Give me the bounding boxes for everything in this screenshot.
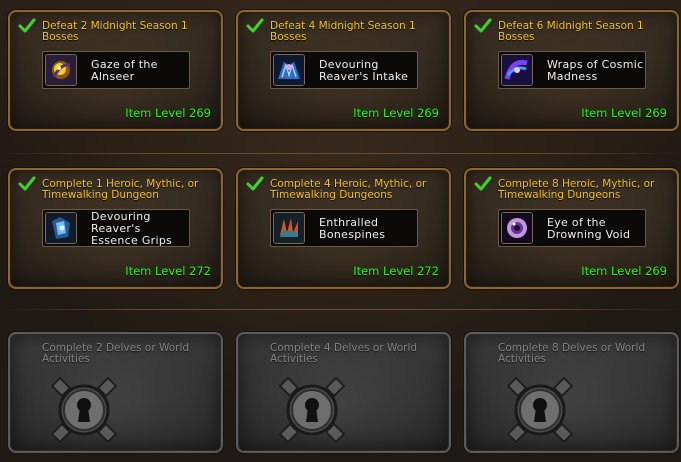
vault-card-dungeon-2[interactable]: Complete 4 Heroic, Mythic, or Timewalkin… <box>236 168 451 289</box>
keyhole-lock-icon <box>506 376 574 444</box>
card-title: Defeat 4 Midnight Season 1 Bosses <box>270 20 416 43</box>
item-level: Item Level 269 <box>125 106 211 120</box>
reward-name: Devouring Reaver's Essence Grips <box>91 210 173 247</box>
eye-of-the-drowning-void-icon <box>501 212 533 244</box>
card-title: Defeat 2 Midnight Season 1 Bosses <box>42 20 188 43</box>
item-level: Item Level 269 <box>581 264 667 278</box>
card-title: Complete 1 Heroic, Mythic, or Timewalkin… <box>42 178 199 201</box>
wraps-of-cosmic-madness-icon <box>501 54 533 86</box>
card-title: Complete 4 Heroic, Mythic, or Timewalkin… <box>270 178 427 201</box>
devouring-reavers-essence-grips-icon <box>45 212 77 244</box>
item-level: Item Level 269 <box>581 106 667 120</box>
vault-card-dungeon-3[interactable]: Complete 8 Heroic, Mythic, or Timewalkin… <box>464 168 679 289</box>
vault-card-world-3[interactable]: Complete 8 Delves or World Activities <box>464 332 679 453</box>
vault-card-world-2[interactable]: Complete 4 Delves or World Activities <box>236 332 451 453</box>
card-title: Complete 4 Delves or World Activities <box>270 342 418 365</box>
reward-item[interactable]: Devouring Reaver's Intake <box>270 51 418 89</box>
gaze-of-the-alnseer-icon <box>45 54 77 86</box>
reward-name: Gaze of the Alnseer <box>91 58 158 83</box>
reward-name: Devouring Reaver's Intake <box>319 58 409 83</box>
reward-item[interactable]: Wraps of Cosmic Madness <box>498 51 646 89</box>
checkmark-icon <box>246 18 264 33</box>
checkmark-icon <box>246 176 264 191</box>
reward-item[interactable]: Eye of the Drowning Void <box>498 209 646 247</box>
devouring-reavers-intake-icon <box>273 54 305 86</box>
checkmark-icon <box>474 18 492 33</box>
item-level: Item Level 272 <box>353 264 439 278</box>
row-divider-2 <box>0 309 681 310</box>
card-title: Complete 8 Heroic, Mythic, or Timewalkin… <box>498 178 655 201</box>
reward-item[interactable]: Devouring Reaver's Essence Grips <box>42 209 190 247</box>
reward-name: Enthralled Bonespines <box>319 216 386 241</box>
vault-card-raid-1[interactable]: Defeat 2 Midnight Season 1 Bosses Gaze o… <box>8 10 223 131</box>
checkmark-icon <box>474 176 492 191</box>
checkmark-icon <box>18 176 36 191</box>
checkmark-icon <box>18 18 36 33</box>
vault-card-dungeon-1[interactable]: Complete 1 Heroic, Mythic, or Timewalkin… <box>8 168 223 289</box>
reward-item[interactable]: Enthralled Bonespines <box>270 209 418 247</box>
row-divider-1 <box>0 153 681 154</box>
card-title: Complete 8 Delves or World Activities <box>498 342 646 365</box>
card-title: Complete 2 Delves or World Activities <box>42 342 190 365</box>
reward-item[interactable]: Gaze of the Alnseer <box>42 51 190 89</box>
keyhole-lock-icon <box>278 376 346 444</box>
reward-name: Eye of the Drowning Void <box>547 216 631 241</box>
reward-name: Wraps of Cosmic Madness <box>547 58 644 83</box>
keyhole-lock-icon <box>50 376 118 444</box>
vault-card-world-1[interactable]: Complete 2 Delves or World Activities <box>8 332 223 453</box>
enthralled-bonespines-icon <box>273 212 305 244</box>
vault-card-raid-2[interactable]: Defeat 4 Midnight Season 1 Bosses Devour… <box>236 10 451 131</box>
item-level: Item Level 269 <box>353 106 439 120</box>
item-level: Item Level 272 <box>125 264 211 278</box>
vault-card-raid-3[interactable]: Defeat 6 Midnight Season 1 Bosses Wraps … <box>464 10 679 131</box>
great-vault-rewards-panel: Defeat 2 Midnight Season 1 Bosses Gaze o… <box>0 0 681 462</box>
card-title: Defeat 6 Midnight Season 1 Bosses <box>498 20 644 43</box>
